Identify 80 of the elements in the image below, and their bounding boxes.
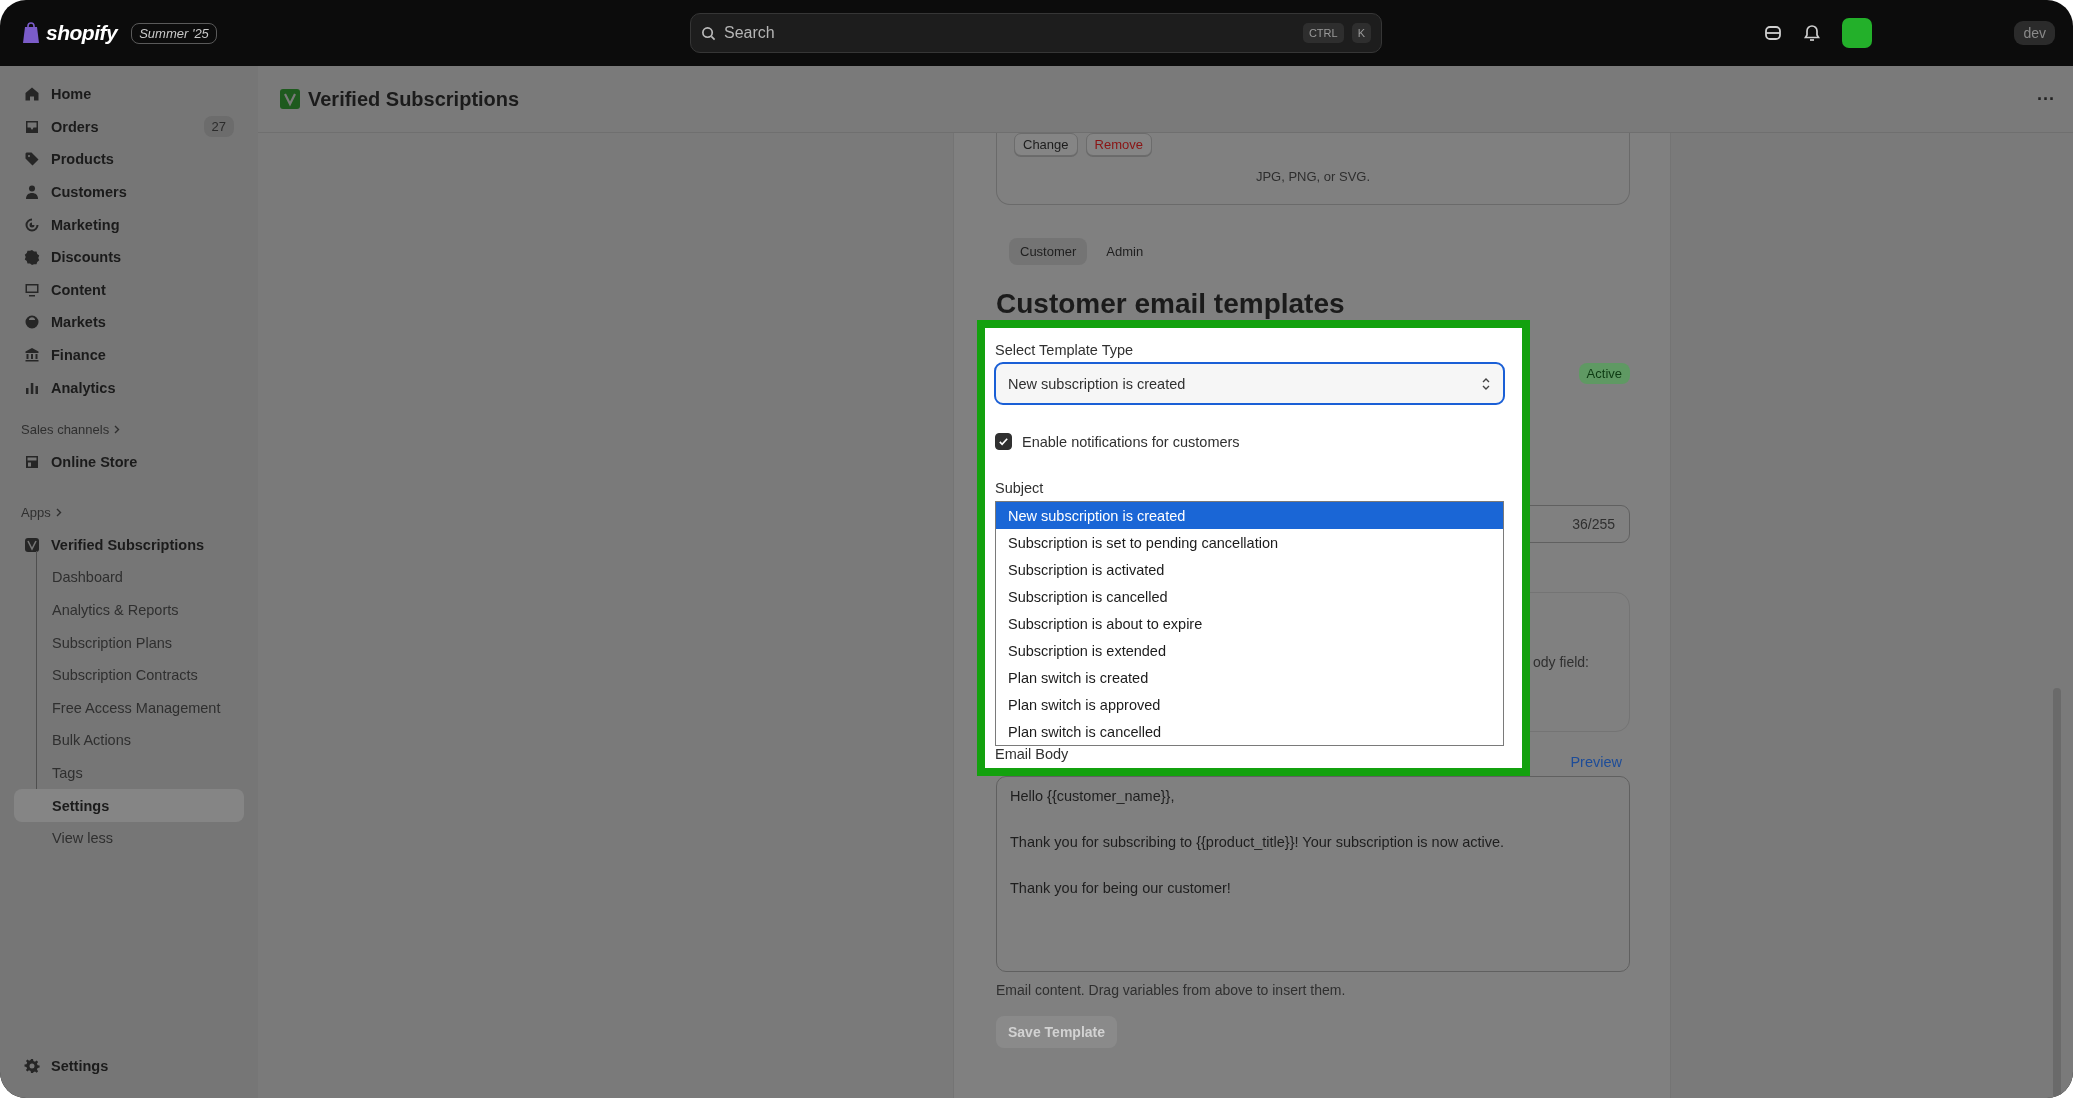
nav-item[interactable]: Customers (14, 175, 244, 209)
shortcut-key: K (1351, 23, 1371, 43)
dropdown-option[interactable]: Subscription is activated (996, 556, 1503, 583)
help-text: Email content. Drag variables from above to insert them. (996, 982, 1347, 998)
store-icon (24, 454, 40, 471)
nav-item[interactable]: Finance (14, 338, 244, 372)
preview-link[interactable]: Preview (1570, 754, 1622, 770)
nav-item[interactable]: Markets (14, 306, 244, 339)
field-label: Subject (995, 480, 1045, 496)
section-link[interactable]: Apps (21, 505, 51, 521)
dropdown-option[interactable]: Subscription is about to expire (996, 610, 1503, 637)
shortcut-key: CTRL (1302, 23, 1344, 43)
bank-icon (24, 347, 40, 364)
variables-hint: ody field: (1532, 654, 1589, 670)
checkmark-icon (998, 436, 1009, 447)
nav-subitem[interactable]: Bulk Actions (14, 724, 244, 757)
tag-icon (24, 151, 40, 168)
dropdown-option[interactable]: Subscription is cancelled (996, 583, 1503, 610)
search-icon (701, 25, 716, 41)
nav-subitem[interactable]: Subscription Contracts (14, 658, 244, 692)
nav-item[interactable]: Discounts (14, 240, 244, 274)
app-logo-icon (280, 89, 300, 109)
app-logo-icon (24, 536, 40, 553)
person-icon (24, 184, 40, 201)
search-field[interactable]: Search CTRL K (690, 13, 1382, 53)
dropdown-option[interactable]: Subscription is extended (996, 637, 1503, 664)
nav-item[interactable]: Orders 27 (14, 110, 244, 144)
nav-item[interactable]: Products (14, 143, 244, 176)
robot-icon[interactable] (1764, 24, 1783, 42)
section-heading: Customer email templates (996, 287, 1346, 321)
nav-subitem[interactable]: Free Access Management (14, 691, 244, 725)
nav-item[interactable]: Verified Subscriptions (14, 528, 244, 562)
chevron-right-icon (55, 508, 62, 518)
page-title: Verified Subscriptions (308, 87, 520, 111)
email-body-field[interactable]: Hello {{customer_name}}, Thank you for subscribing to {{product_title}}! Your subscription is now active. Thank you for being our customer! (996, 776, 1630, 972)
edition-badge: Summer '25 (131, 22, 217, 44)
more-actions-button[interactable]: ··· (2037, 88, 2055, 110)
discount-icon (24, 249, 40, 266)
nav-item[interactable]: Home (14, 78, 244, 111)
dropdown-option[interactable]: New subscription is created (996, 502, 1503, 529)
checkbox-label[interactable]: Enable notifications for customers (1022, 433, 1240, 450)
avatar[interactable] (1842, 18, 1873, 48)
count-badge: 27 (203, 116, 234, 138)
chevron-right-icon (114, 425, 121, 435)
nav-subitem[interactable]: Settings (14, 789, 244, 822)
bell-icon[interactable] (1804, 24, 1821, 42)
file-types-hint: JPG, PNG, or SVG. (1255, 169, 1371, 184)
upload-button[interactable]: Change (1014, 133, 1078, 156)
dropdown-option[interactable]: Plan switch is approved (996, 691, 1503, 718)
template-type-select[interactable]: New subscription is created (994, 362, 1505, 405)
dropdown-option[interactable]: Plan switch is cancelled (996, 718, 1503, 745)
field-label: Select Template Type (995, 342, 1135, 358)
shopping-bag-icon (22, 22, 40, 44)
nav-subitem[interactable]: Analytics & Reports (14, 593, 244, 627)
inbox-icon (24, 118, 40, 135)
nav-item[interactable]: Content (14, 273, 244, 307)
nav-item[interactable]: Online Store (14, 445, 244, 479)
nav-item[interactable]: Settings (14, 1049, 244, 1082)
section-link[interactable]: Sales channels (21, 422, 110, 438)
nav-item[interactable]: Analytics (14, 371, 244, 404)
tab[interactable]: Admin (1095, 238, 1155, 265)
status-badge: Active (1578, 363, 1630, 384)
store-badge[interactable]: dev (2014, 21, 2055, 45)
view-less-link[interactable]: View less (14, 821, 244, 855)
settings-icon (24, 1057, 40, 1074)
dropdown-option[interactable]: Plan switch is created (996, 664, 1503, 691)
dropdown-option[interactable]: Subscription is set to pending cancellation (996, 529, 1503, 556)
field-label: Email Body (995, 746, 1070, 762)
scrollbar[interactable] (2053, 688, 2061, 1098)
tab[interactable]: Customer (1009, 238, 1088, 265)
nav-subitem[interactable]: Tags (14, 756, 244, 790)
home-icon (24, 86, 40, 103)
upload-button[interactable]: Remove (1085, 133, 1152, 156)
brand-name[interactable]: shopify (46, 21, 118, 45)
character-counter: 36/255 (1572, 516, 1615, 532)
nav-item[interactable]: Marketing (14, 208, 244, 241)
nav-subitem[interactable]: Dashboard (14, 561, 244, 594)
nav-subitem[interactable]: Subscription Plans (14, 626, 244, 659)
monitor-icon (24, 281, 40, 298)
checkbox[interactable] (995, 433, 1012, 450)
